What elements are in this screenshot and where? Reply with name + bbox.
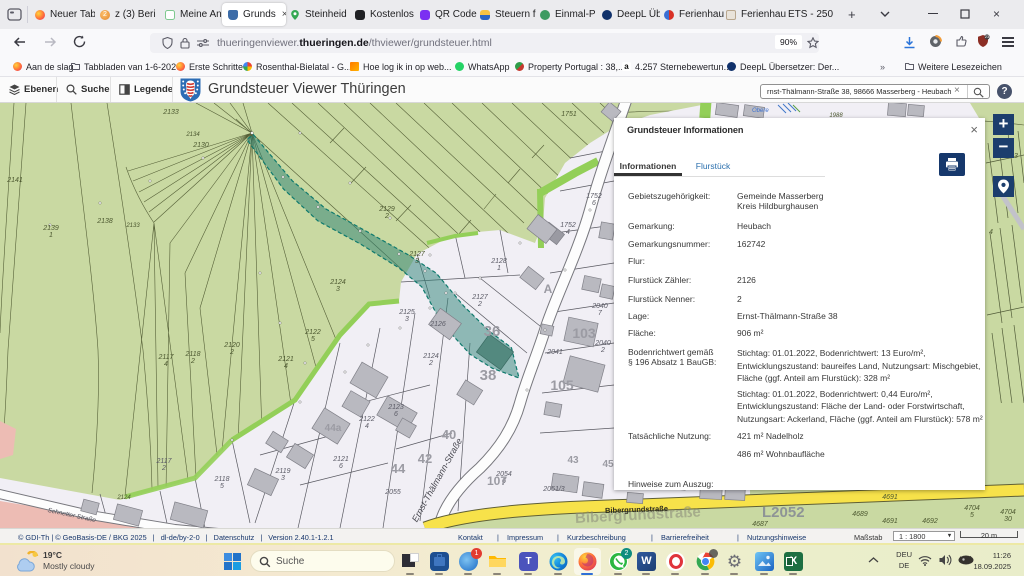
svg-text:5: 5 [220,483,224,490]
svg-text:4689: 4689 [852,511,868,518]
svg-text:44: 44 [391,461,406,476]
svg-text:2127: 2127 [408,251,426,258]
svg-text:30: 30 [1004,516,1012,523]
svg-text:4: 4 [365,423,369,430]
svg-text:4692: 4692 [922,518,938,525]
svg-text:Obere: Obere [752,108,769,114]
svg-text:2: 2 [600,347,605,354]
svg-text:2: 2 [190,358,195,365]
svg-text:3: 3 [336,286,340,293]
svg-text:105: 105 [550,377,574,393]
svg-text:2124: 2124 [116,495,131,501]
svg-text:4: 4 [284,363,288,370]
svg-text:2130: 2130 [192,142,209,149]
svg-text:2138: 2138 [96,218,113,225]
svg-text:2: 2 [477,301,482,308]
svg-text:1: 1 [497,265,501,272]
svg-text:6: 6 [394,411,398,418]
svg-text:2040: 2040 [591,303,608,310]
svg-text:2119: 2119 [274,468,290,475]
svg-text:107: 107 [487,474,507,488]
svg-text:1752: 1752 [586,193,602,200]
svg-text:2: 2 [428,360,433,367]
svg-text:2: 2 [161,465,166,472]
svg-text:2128: 2128 [490,258,507,265]
svg-text:40: 40 [442,427,456,442]
svg-text:L2052: L2052 [762,504,805,521]
svg-text:2126: 2126 [429,321,446,328]
svg-text:38: 38 [480,367,497,384]
svg-text:36: 36 [484,323,501,340]
svg-text:2124: 2124 [422,353,439,360]
svg-text:3: 3 [415,258,419,265]
svg-text:103: 103 [572,325,596,341]
svg-text:6: 6 [592,200,596,207]
svg-text:A: A [544,282,553,296]
svg-text:2133: 2133 [162,109,179,116]
svg-text:4: 4 [989,229,993,236]
svg-text:2127: 2127 [471,294,489,301]
svg-text:6: 6 [339,463,343,470]
svg-text:2120: 2120 [223,342,240,349]
svg-text:2055: 2055 [384,489,401,496]
svg-text:42: 42 [418,451,432,466]
svg-text:4691: 4691 [882,518,898,525]
svg-text:2051/3: 2051/3 [542,486,565,493]
svg-text:1751: 1751 [561,111,577,118]
svg-text:2133: 2133 [125,223,140,229]
svg-text:2: 2 [384,213,389,220]
svg-text:2040: 2040 [594,340,611,347]
svg-text:4: 4 [566,229,570,236]
svg-text:2121: 2121 [277,356,294,363]
svg-text:2118: 2118 [184,351,200,358]
svg-text:2118: 2118 [213,476,229,483]
svg-text:2123: 2123 [387,404,404,411]
svg-text:45: 45 [602,459,614,470]
svg-text:4: 4 [164,361,168,368]
svg-text:2124: 2124 [329,279,346,286]
svg-text:2: 2 [229,349,234,356]
svg-text:2121: 2121 [332,456,349,463]
svg-text:5: 5 [311,336,315,343]
svg-text:3: 3 [405,316,409,323]
svg-text:2117: 2117 [155,458,172,465]
svg-text:2129: 2129 [378,206,395,213]
svg-text:2134: 2134 [185,132,200,138]
svg-text:2139: 2139 [42,225,59,232]
svg-text:1: 1 [49,232,53,239]
svg-text:23: 23 [985,34,990,39]
svg-text:5: 5 [970,512,974,519]
svg-text:2041: 2041 [546,349,563,356]
svg-text:4691: 4691 [882,494,898,501]
svg-text:2122: 2122 [304,329,321,336]
svg-text:44a: 44a [325,423,342,434]
svg-text:4704: 4704 [964,505,980,512]
svg-text:2122: 2122 [358,416,375,423]
svg-text:2125: 2125 [398,309,415,316]
svg-text:4704: 4704 [1000,509,1016,516]
svg-text:4687: 4687 [752,521,769,528]
svg-text:2141: 2141 [6,177,23,184]
svg-text:2117: 2117 [157,354,174,361]
svg-text:3: 3 [281,475,285,482]
svg-text:1752: 1752 [560,222,576,229]
svg-text:43: 43 [567,455,579,466]
